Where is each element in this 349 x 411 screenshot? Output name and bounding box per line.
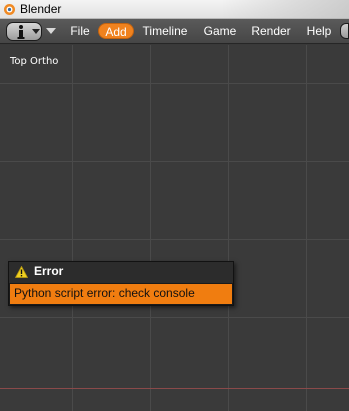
menu-file[interactable]: File — [64, 23, 96, 39]
window-title: Blender — [20, 2, 62, 16]
menu-help[interactable]: Help — [302, 23, 336, 39]
info-header-menubar: File Add Timeline Game Render Help — [0, 19, 349, 44]
info-icon — [17, 25, 25, 39]
3d-viewport[interactable]: Top Ortho Error Python script error: che… — [0, 45, 349, 411]
menu-timeline[interactable]: Timeline — [138, 23, 192, 39]
chevron-down-icon — [32, 29, 40, 34]
window-title-bar[interactable]: Blender — [0, 0, 349, 19]
error-popup-title: Error — [34, 264, 64, 278]
menu-add[interactable]: Add — [98, 23, 134, 39]
background-window-ghost — [220, 0, 349, 18]
viewport-grid — [0, 45, 349, 411]
error-message-row[interactable]: Python script error: check console — [10, 284, 232, 304]
error-report-popup[interactable]: Error Python script error: check console — [8, 261, 234, 306]
menu-game[interactable]: Game — [198, 23, 242, 39]
screen-layout-selector[interactable] — [340, 23, 349, 39]
warning-icon — [15, 266, 28, 278]
error-popup-header: Error — [9, 262, 233, 283]
error-message: Python script error: check console — [14, 286, 195, 300]
blender-logo-icon — [4, 4, 15, 15]
menu-render[interactable]: Render — [246, 23, 296, 39]
collapse-menus-icon[interactable] — [46, 28, 56, 34]
view-label: Top Ortho — [10, 56, 59, 67]
editor-type-selector[interactable] — [6, 22, 42, 41]
